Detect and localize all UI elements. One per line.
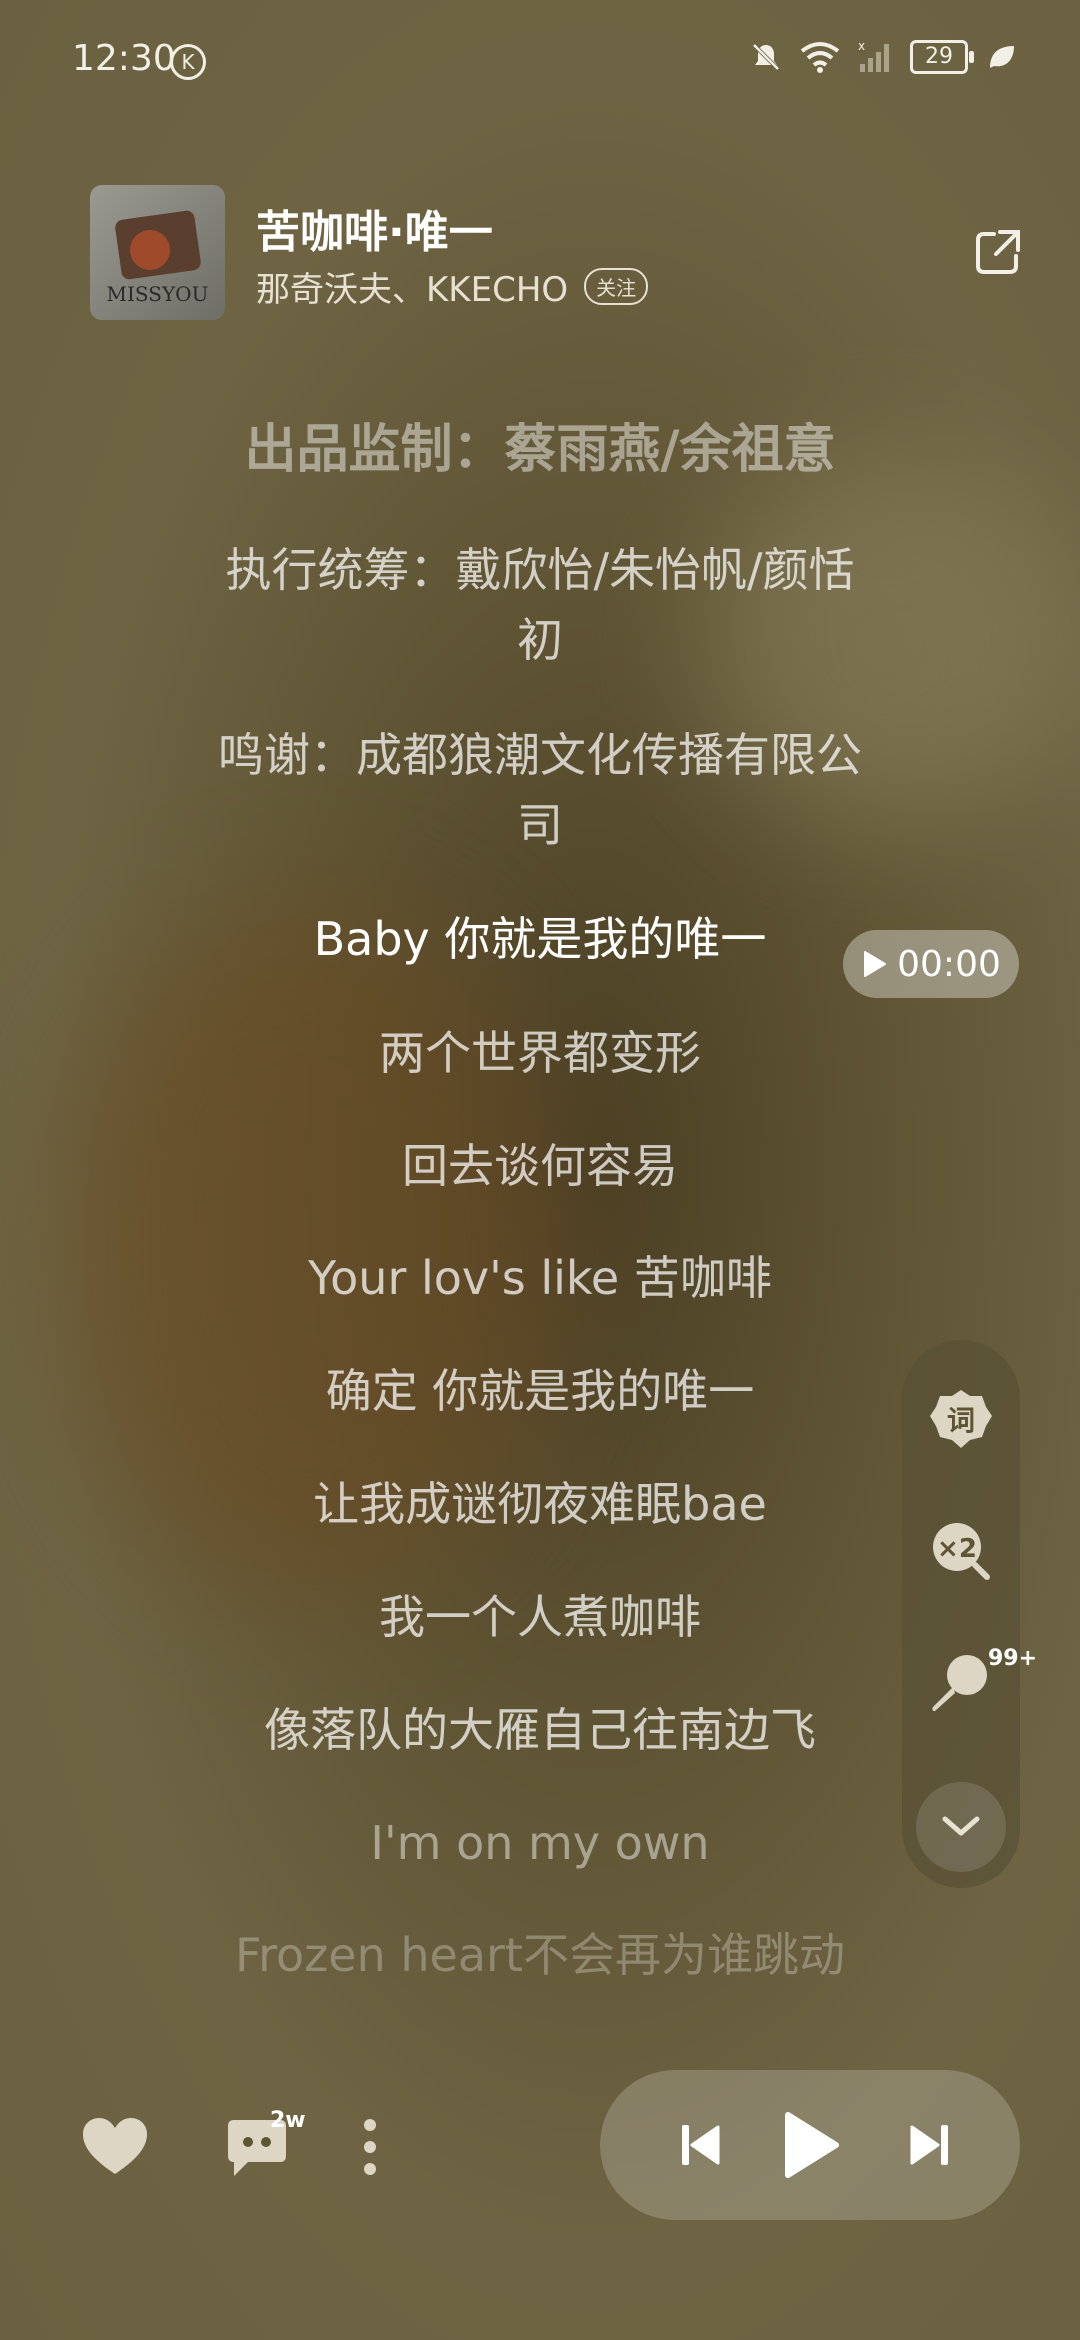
battery-icon: 29 xyxy=(910,40,974,74)
lyric-line[interactable]: 回去谈何容易 xyxy=(210,1131,870,1201)
status-icons: x 29 xyxy=(750,40,1016,74)
lyric-line-credit[interactable]: 执行统筹：戴欣怡/朱怡帆/颜恬初 xyxy=(210,535,870,675)
svg-text:词: 词 xyxy=(947,1404,975,1437)
follow-button[interactable]: 关注 xyxy=(584,268,649,305)
skip-previous-icon xyxy=(682,2125,720,2165)
lyric-line[interactable]: 让我成谜彻夜难眠bae xyxy=(210,1469,870,1539)
k-app-icon: K xyxy=(170,44,206,80)
play-button[interactable] xyxy=(770,2105,850,2185)
speed-search-icon: ×2 xyxy=(933,1523,990,1580)
lyrics-style-button[interactable]: 词 xyxy=(920,1380,1002,1462)
chevron-down-icon xyxy=(942,1816,980,1836)
heart-icon xyxy=(83,2118,147,2174)
more-vertical-icon xyxy=(364,2119,376,2175)
time-pill-label: 00:00 xyxy=(897,943,1001,985)
like-button[interactable] xyxy=(80,2112,150,2182)
artist-name[interactable]: 那奇沃夫、KKECHO xyxy=(256,262,568,311)
bottom-actions xyxy=(80,2112,410,2192)
previous-button[interactable] xyxy=(660,2105,740,2185)
more-button[interactable] xyxy=(350,2112,390,2182)
leaf-icon xyxy=(990,46,1014,68)
next-button[interactable] xyxy=(890,2105,970,2185)
cover-art-shape xyxy=(130,230,170,270)
comment-count-badge: 2w xyxy=(270,2108,306,2133)
status-time: 12:30 xyxy=(72,38,176,79)
seek-to-line-button[interactable]: 00:00 xyxy=(843,930,1019,998)
artist-row: 那奇沃夫、KKECHO 关注 xyxy=(256,262,649,311)
wifi-icon xyxy=(800,42,840,73)
cellular-icon: x xyxy=(858,40,889,72)
lyric-line[interactable]: Frozen heart不会再为谁跳动 xyxy=(210,1920,870,1990)
speed-button[interactable]: ×2 xyxy=(920,1510,1002,1592)
collapse-button[interactable] xyxy=(916,1782,1006,1872)
play-icon xyxy=(785,2112,839,2178)
lyric-line[interactable]: 像落队的大雁自己往南边飞 xyxy=(210,1695,870,1765)
lyric-line-credit[interactable]: 出品监制：蔡雨燕/余祖意 xyxy=(210,415,870,485)
side-action-panel: 词 ×2 99+ xyxy=(902,1340,1037,1888)
lyric-line[interactable]: Your lov's like 苦咖啡 xyxy=(210,1243,870,1313)
lyric-line-credit[interactable]: 鸣谢：成都狼潮文化传播有限公司 xyxy=(210,720,870,860)
bell-off-icon xyxy=(752,43,780,71)
play-small-icon xyxy=(864,951,887,977)
lyric-line[interactable]: I'm on my own xyxy=(210,1808,870,1878)
album-cover[interactable]: MISSYOU xyxy=(90,185,225,320)
playback-controls xyxy=(600,2070,1020,2220)
lyric-line[interactable]: 我一个人煮咖啡 xyxy=(210,1582,870,1652)
skip-next-icon xyxy=(910,2125,948,2165)
lyric-line[interactable]: 确定 你就是我的唯一 xyxy=(210,1356,870,1426)
status-bar: 12:30 K x 29 xyxy=(0,0,1080,120)
lyric-line[interactable]: 两个世界都变形 xyxy=(210,1018,870,1088)
lyric-line-current[interactable]: Baby 你就是我的唯一 xyxy=(210,904,870,974)
comments-badge: 99+ xyxy=(988,1646,1038,1671)
comments-button[interactable]: 99+ xyxy=(920,1640,1037,1722)
song-title[interactable]: 苦咖啡·唯一 xyxy=(256,196,493,260)
svg-text:×2: ×2 xyxy=(937,1534,977,1564)
share-icon[interactable] xyxy=(972,226,1024,278)
svg-text:x: x xyxy=(858,40,865,53)
cover-text: MISSYOU xyxy=(106,282,209,306)
lyrics-badge-icon: 词 xyxy=(930,1390,992,1448)
microphone-icon xyxy=(932,1655,987,1711)
